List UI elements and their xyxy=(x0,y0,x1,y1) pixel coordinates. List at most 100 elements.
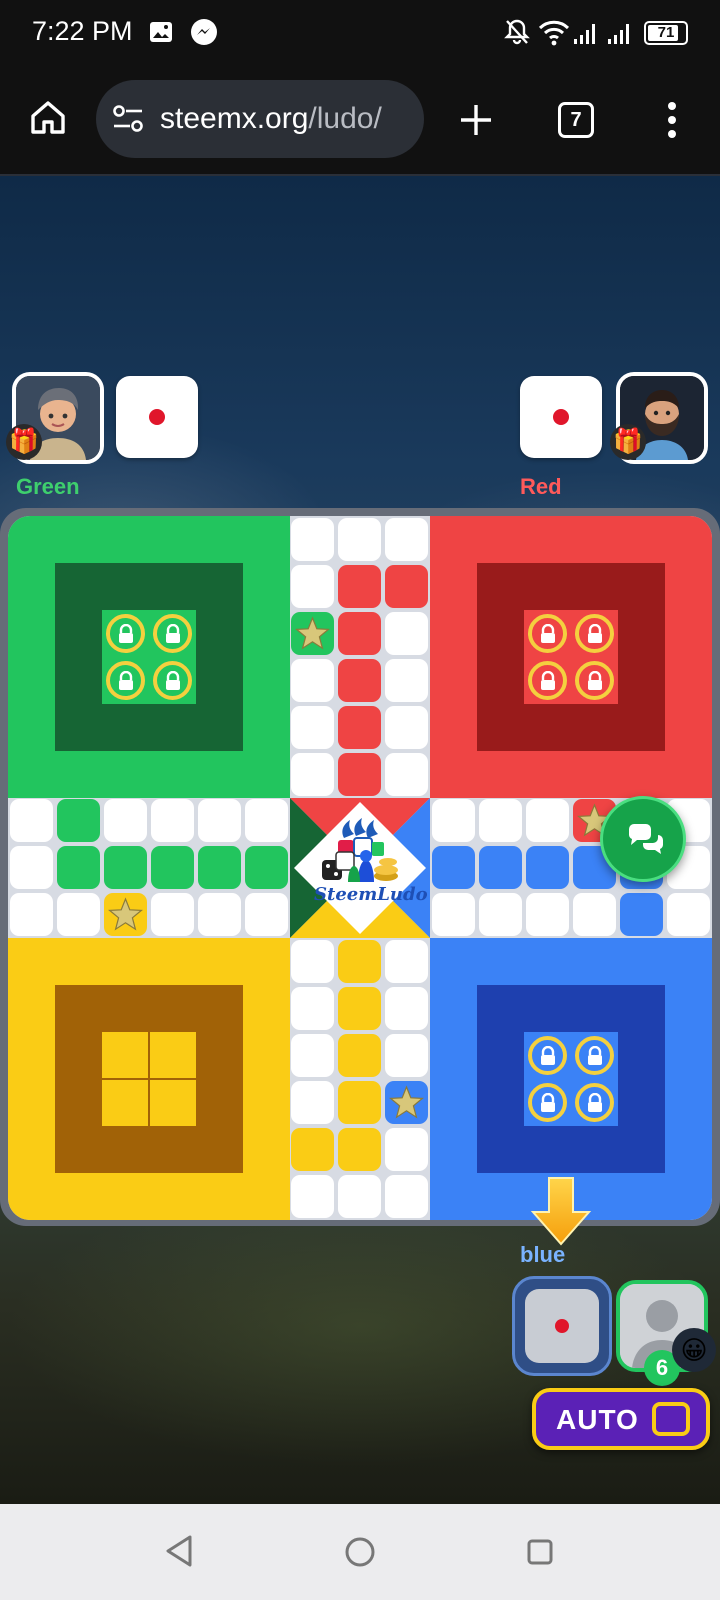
dice-pip xyxy=(555,1319,569,1333)
back-icon[interactable] xyxy=(164,1534,194,1568)
lock-icon xyxy=(587,1045,602,1065)
blue-token-locked[interactable] xyxy=(528,1083,567,1122)
red-token-locked[interactable] xyxy=(528,614,567,653)
green-token-locked[interactable] xyxy=(106,661,145,700)
chat-bubbles-icon xyxy=(629,824,663,854)
green-home-inner xyxy=(55,563,243,751)
blue-token-locked[interactable] xyxy=(575,1036,614,1075)
green-token-slot xyxy=(102,610,149,657)
red-token-locked[interactable] xyxy=(575,614,614,653)
auto-toggle-checkbox[interactable] xyxy=(652,1402,690,1436)
path-cell xyxy=(291,940,335,984)
dice-pip xyxy=(149,409,165,425)
more-options-icon[interactable] xyxy=(664,100,680,140)
lock-icon xyxy=(165,623,180,643)
path-cell xyxy=(150,893,194,937)
path-cell xyxy=(291,752,335,796)
home-icon[interactable] xyxy=(28,98,68,138)
path-cell xyxy=(103,799,147,843)
new-tab-icon[interactable] xyxy=(458,102,494,138)
red-token-locked[interactable] xyxy=(575,661,614,700)
blue-home-inner xyxy=(477,985,665,1173)
path-cell xyxy=(291,1033,335,1077)
lock-icon xyxy=(165,670,180,690)
path-cell xyxy=(385,940,429,984)
blue-dice-button[interactable] xyxy=(512,1276,612,1376)
path-cell xyxy=(338,1174,382,1218)
path-cell xyxy=(385,1033,429,1077)
steemludo-logo: SteemLudo xyxy=(314,812,428,924)
path-cell xyxy=(10,893,53,937)
path-cell xyxy=(432,893,476,937)
red-token-locked[interactable] xyxy=(528,661,567,700)
turn-arrow-icon xyxy=(530,1177,592,1246)
path-cell xyxy=(338,940,382,984)
safe-star-cell xyxy=(385,1080,429,1124)
path-cell xyxy=(385,752,429,796)
home-circle-icon[interactable] xyxy=(344,1536,376,1568)
system-nav-bar xyxy=(0,1504,720,1600)
path-cell xyxy=(56,893,100,937)
site-settings-icon[interactable] xyxy=(112,104,144,134)
emoji-button[interactable]: 😀 xyxy=(672,1328,716,1372)
path-cell xyxy=(432,846,476,890)
yellow-token-area xyxy=(102,1032,196,1126)
recents-icon[interactable] xyxy=(526,1538,554,1566)
lock-icon xyxy=(587,623,602,643)
path-cell xyxy=(291,518,335,561)
auto-play-button[interactable]: AUTO xyxy=(532,1388,710,1450)
path-cell xyxy=(385,1127,429,1171)
green-player-name: Green xyxy=(16,474,80,499)
blue-token-locked[interactable] xyxy=(528,1036,567,1075)
gift-icon[interactable]: 🎁 xyxy=(610,424,646,460)
red-token-slot xyxy=(571,657,618,704)
battery-level: 71 xyxy=(657,24,675,41)
tab-switcher-button[interactable]: 7 xyxy=(558,102,594,138)
signal-icon xyxy=(574,24,595,44)
path-cell xyxy=(10,846,53,890)
url-bar[interactable]: steemx.org/ludo/ xyxy=(96,80,424,158)
path-cell xyxy=(244,846,288,890)
battery-icon: 71 xyxy=(644,21,688,45)
path-cell xyxy=(150,846,194,890)
path-cell xyxy=(291,564,335,608)
star-icon xyxy=(107,897,143,931)
red-token-slot xyxy=(524,657,571,704)
path-cell xyxy=(197,893,241,937)
green-token-locked[interactable] xyxy=(153,614,192,653)
green-token-locked[interactable] xyxy=(153,661,192,700)
path-cell xyxy=(338,611,382,655)
status-bar: 7:22 PM 71 xyxy=(0,0,720,64)
path-cell xyxy=(291,1127,335,1171)
chat-button[interactable] xyxy=(600,796,686,882)
path-cell xyxy=(338,705,382,749)
star-icon xyxy=(295,616,331,650)
path-cell xyxy=(338,1127,382,1171)
blue-token-locked[interactable] xyxy=(575,1083,614,1122)
path-cell xyxy=(479,893,522,937)
logo-graphic-icon xyxy=(322,818,398,882)
url-text[interactable]: steemx.org/ludo/ xyxy=(160,102,382,136)
yellow-home-inner xyxy=(55,985,243,1173)
green-token-slot xyxy=(102,657,149,704)
wifi-icon xyxy=(538,20,570,46)
green-token-locked[interactable] xyxy=(106,614,145,653)
lock-icon xyxy=(540,623,555,643)
url-path: /ludo/ xyxy=(308,102,382,135)
path-cell xyxy=(338,564,382,608)
url-domain: steemx.org xyxy=(160,102,309,135)
blue-player-score: 6 xyxy=(655,1355,669,1380)
auto-label: AUTO xyxy=(556,1404,639,1435)
status-time: 7:22 PM xyxy=(32,16,133,46)
path-cell xyxy=(619,893,663,937)
dice-pip xyxy=(553,409,569,425)
path-cell xyxy=(338,1033,382,1077)
path-cell xyxy=(385,987,429,1030)
star-icon xyxy=(389,1085,425,1119)
lock-icon xyxy=(118,623,133,643)
lock-icon xyxy=(540,1045,555,1065)
blue-token-slot xyxy=(524,1079,571,1126)
path-cell xyxy=(525,799,569,843)
signal-icon xyxy=(608,24,629,44)
gift-icon[interactable]: 🎁 xyxy=(6,424,42,460)
